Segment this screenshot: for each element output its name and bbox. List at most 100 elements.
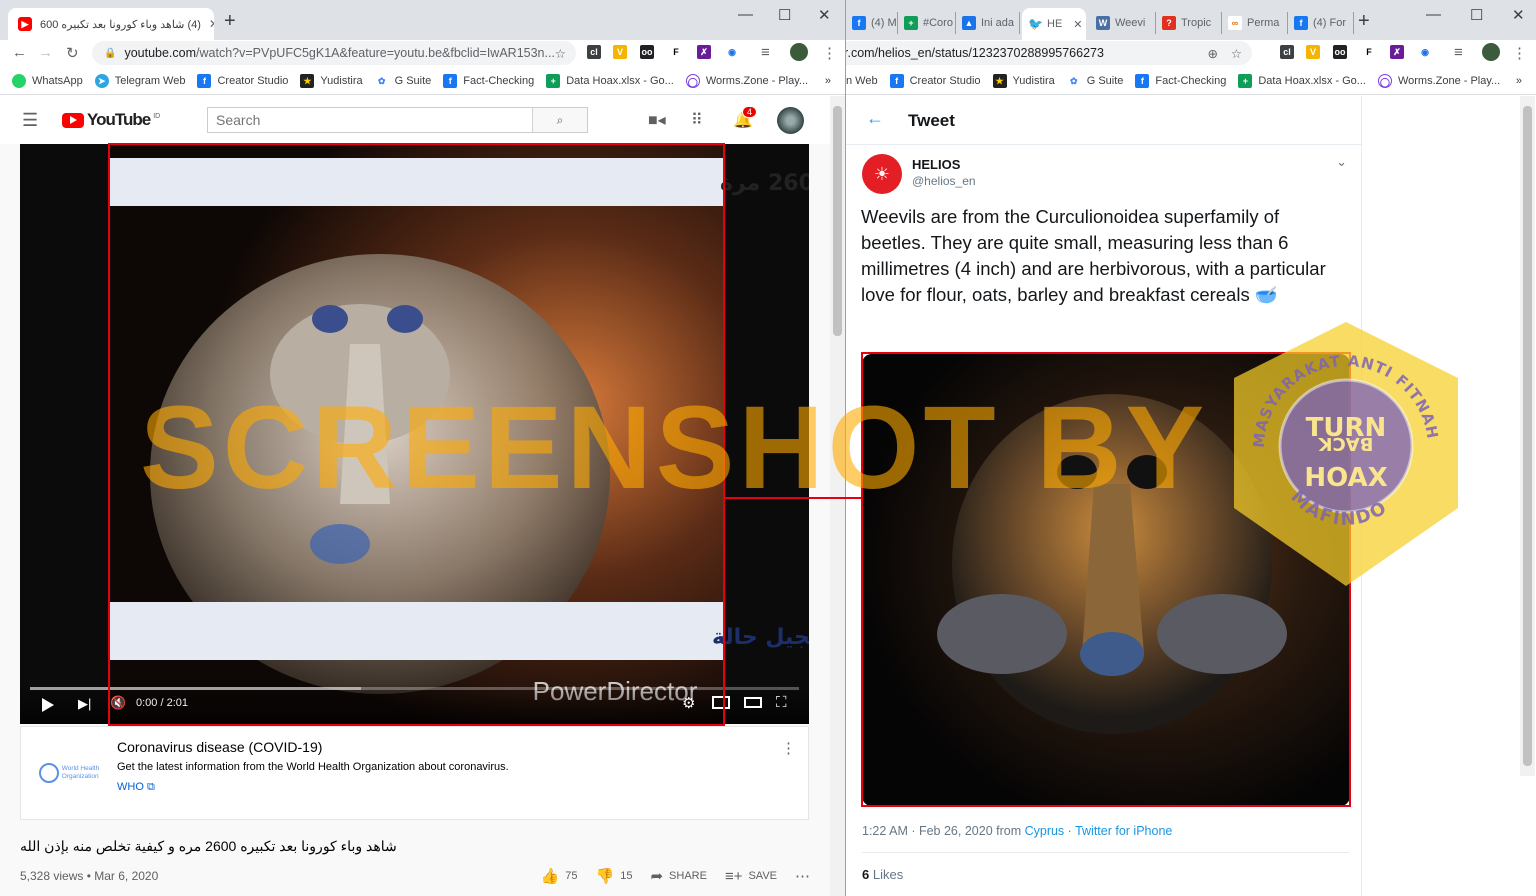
address-bar[interactable]: 🔒 youtube.com /watch?v=PVpUFC5gK1A&featu… <box>92 41 576 65</box>
close-tab-icon[interactable]: ✕ <box>1073 18 1082 31</box>
new-tab-button[interactable]: + <box>224 10 236 33</box>
apps-grid-icon[interactable]: ⠿ <box>691 110 703 130</box>
tab-item[interactable]: ? Tropic <box>1156 12 1222 34</box>
close-window-button[interactable]: ✕ <box>818 6 831 24</box>
profile-avatar[interactable] <box>1482 43 1500 61</box>
theater-mode-icon[interactable] <box>744 697 762 708</box>
user-avatar[interactable] <box>777 106 804 134</box>
close-window-button[interactable]: ✕ <box>1512 6 1525 24</box>
maximize-button[interactable]: ☐ <box>1470 6 1483 24</box>
bookmark-fact-checking[interactable]: f Fact-Checking <box>443 73 534 88</box>
bookmark-worms-zone[interactable]: ◯ Worms.Zone - Play... <box>1377 73 1500 88</box>
info-link-who[interactable]: WHO ⧉ <box>117 781 155 794</box>
youtube-logo[interactable]: YouTube ID <box>62 110 160 130</box>
extension-icon[interactable]: ✗ <box>1390 45 1404 59</box>
bookmark-data-hoax[interactable]: + Data Hoax.xlsx - Go... <box>1238 73 1366 88</box>
bookmarks-overflow[interactable]: » <box>825 75 831 87</box>
extension-icon[interactable]: ◉ <box>725 45 739 59</box>
more-actions-icon[interactable]: ⋯ <box>795 867 810 885</box>
forward-icon[interactable]: → <box>38 44 53 61</box>
hamburger-menu-icon[interactable]: ☰ <box>22 110 38 131</box>
close-tab-icon[interactable]: ✕ <box>209 17 214 31</box>
bookmark-whatsapp[interactable]: WhatsApp <box>12 73 83 88</box>
tab-item[interactable]: f(4) ME <box>846 12 898 34</box>
reading-list-icon[interactable]: ≡ <box>761 44 770 61</box>
extension-icon[interactable]: ◉ <box>1418 45 1432 59</box>
menu-dots-icon[interactable]: ⋮ <box>822 44 837 62</box>
bookmark-star-icon[interactable]: ☆ <box>1231 46 1242 61</box>
likes-count[interactable]: 6 Likes <box>862 867 903 882</box>
extension-icon[interactable]: V <box>613 45 627 59</box>
page-scrollbar[interactable] <box>830 96 845 896</box>
tab-item[interactable]: W Weevi <box>1090 12 1156 34</box>
minimize-button[interactable]: — <box>1426 6 1441 23</box>
tab-youtube[interactable]: ▶ (4) شاهد وباء كورونا بعد تكبيره 600 ✕ <box>8 8 214 40</box>
tab-item[interactable]: + #Coro <box>898 12 956 34</box>
bookmark-yudistira[interactable]: ★ Yudistira <box>992 73 1055 88</box>
facebook-icon: f <box>197 73 212 88</box>
url-path: /watch?v=PVpUFC5gK1A&feature=youtu.be&fb… <box>196 46 555 60</box>
search-input[interactable] <box>208 108 532 132</box>
add-icon[interactable]: ⊕ <box>1208 46 1218 61</box>
save-button[interactable]: ≡+ SAVE <box>725 868 777 885</box>
bookmark-telegram[interactable]: n Web <box>846 75 878 87</box>
back-arrow-icon[interactable]: ← <box>866 108 884 129</box>
place-link[interactable]: Cyprus <box>1025 824 1065 838</box>
bookmarks-overflow[interactable]: » <box>1516 75 1522 87</box>
dislike-button[interactable]: 👎 15 <box>596 867 633 885</box>
tab-twitter[interactable]: 🐦 HE ✕ <box>1022 8 1086 40</box>
extension-icon[interactable]: ✗ <box>697 45 711 59</box>
bookmark-telegram[interactable]: ➤ Telegram Web <box>94 73 185 88</box>
extension-icon[interactable]: oo <box>640 45 654 59</box>
yudistira-icon: ★ <box>992 73 1007 88</box>
next-icon[interactable]: ▶| <box>78 696 91 712</box>
bookmark-data-hoax[interactable]: + Data Hoax.xlsx - Go... <box>546 73 674 88</box>
share-button[interactable]: ➦ SHARE <box>650 867 706 885</box>
bookmark-yudistira[interactable]: ★ Yudistira <box>300 73 363 88</box>
chevron-down-icon[interactable]: ⌄ <box>1336 154 1347 170</box>
menu-dots-icon[interactable]: ⋮ <box>1512 44 1527 62</box>
bookmark-fact-checking[interactable]: f Fact-Checking <box>1135 73 1226 88</box>
back-icon[interactable]: ← <box>12 44 27 61</box>
youtube-header: ☰ YouTube ID ⌕ ■◂ ⠿ 🔔 4 <box>0 96 830 144</box>
page-scrollbar[interactable] <box>1520 96 1535 776</box>
extension-icon[interactable]: F <box>1362 45 1376 59</box>
extension-icon[interactable]: oo <box>1333 45 1347 59</box>
worms-icon: ◯ <box>685 73 700 88</box>
author-name[interactable]: HELIOS <box>912 157 960 172</box>
bookmark-gsuite[interactable]: ✿ G Suite <box>374 73 431 88</box>
bookmark-creator-studio[interactable]: f Creator Studio <box>889 73 981 88</box>
bookmark-worms-zone[interactable]: ◯ Worms.Zone - Play... <box>685 73 808 88</box>
search-button[interactable]: ⌕ <box>532 108 587 132</box>
highlight-box-tweet-image <box>861 352 1351 807</box>
tab-item[interactable]: ▲ Ini ada <box>956 12 1020 34</box>
helios-avatar[interactable]: ☀ <box>862 154 902 194</box>
more-options-icon[interactable]: ⋮ <box>781 739 796 757</box>
tab-item[interactable]: f (4) For <box>1288 12 1354 34</box>
author-handle[interactable]: @helios_en <box>912 174 976 188</box>
scrollbar-thumb[interactable] <box>833 106 842 336</box>
minimize-button[interactable]: — <box>738 6 753 23</box>
reading-list-icon[interactable]: ≡ <box>1454 44 1463 61</box>
fullscreen-icon[interactable]: ⛶ <box>776 694 787 711</box>
bookmark-gsuite[interactable]: ✿ G Suite <box>1066 73 1123 88</box>
extension-icon[interactable]: cl <box>587 45 601 59</box>
like-button[interactable]: 👍 75 <box>541 867 578 885</box>
scrollbar-thumb[interactable] <box>1523 106 1532 766</box>
reload-icon[interactable]: ↻ <box>66 44 79 62</box>
extension-icon[interactable]: cl <box>1280 45 1294 59</box>
bookmark-creator-studio[interactable]: f Creator Studio <box>197 73 288 88</box>
profile-avatar[interactable] <box>790 43 808 61</box>
bookmark-star-icon[interactable]: ☆ <box>555 46 566 61</box>
extension-icon[interactable]: F <box>669 45 683 59</box>
tab-item[interactable]: ∞ Perma <box>1222 12 1288 34</box>
maximize-button[interactable]: ☐ <box>778 6 791 24</box>
address-bar[interactable]: r.com/helios_en/status/12323702889957662… <box>846 41 1252 65</box>
source-link[interactable]: Twitter for iPhone <box>1075 824 1172 838</box>
create-video-icon[interactable]: ■◂ <box>648 110 666 130</box>
new-tab-button[interactable]: + <box>1358 10 1370 33</box>
bookmarks-bar: n Web f Creator Studio ★ Yudistira ✿ G Suit… <box>846 67 1536 95</box>
play-icon[interactable] <box>42 698 54 712</box>
who-emblem-icon <box>38 763 59 783</box>
extension-icon[interactable]: V <box>1306 45 1320 59</box>
